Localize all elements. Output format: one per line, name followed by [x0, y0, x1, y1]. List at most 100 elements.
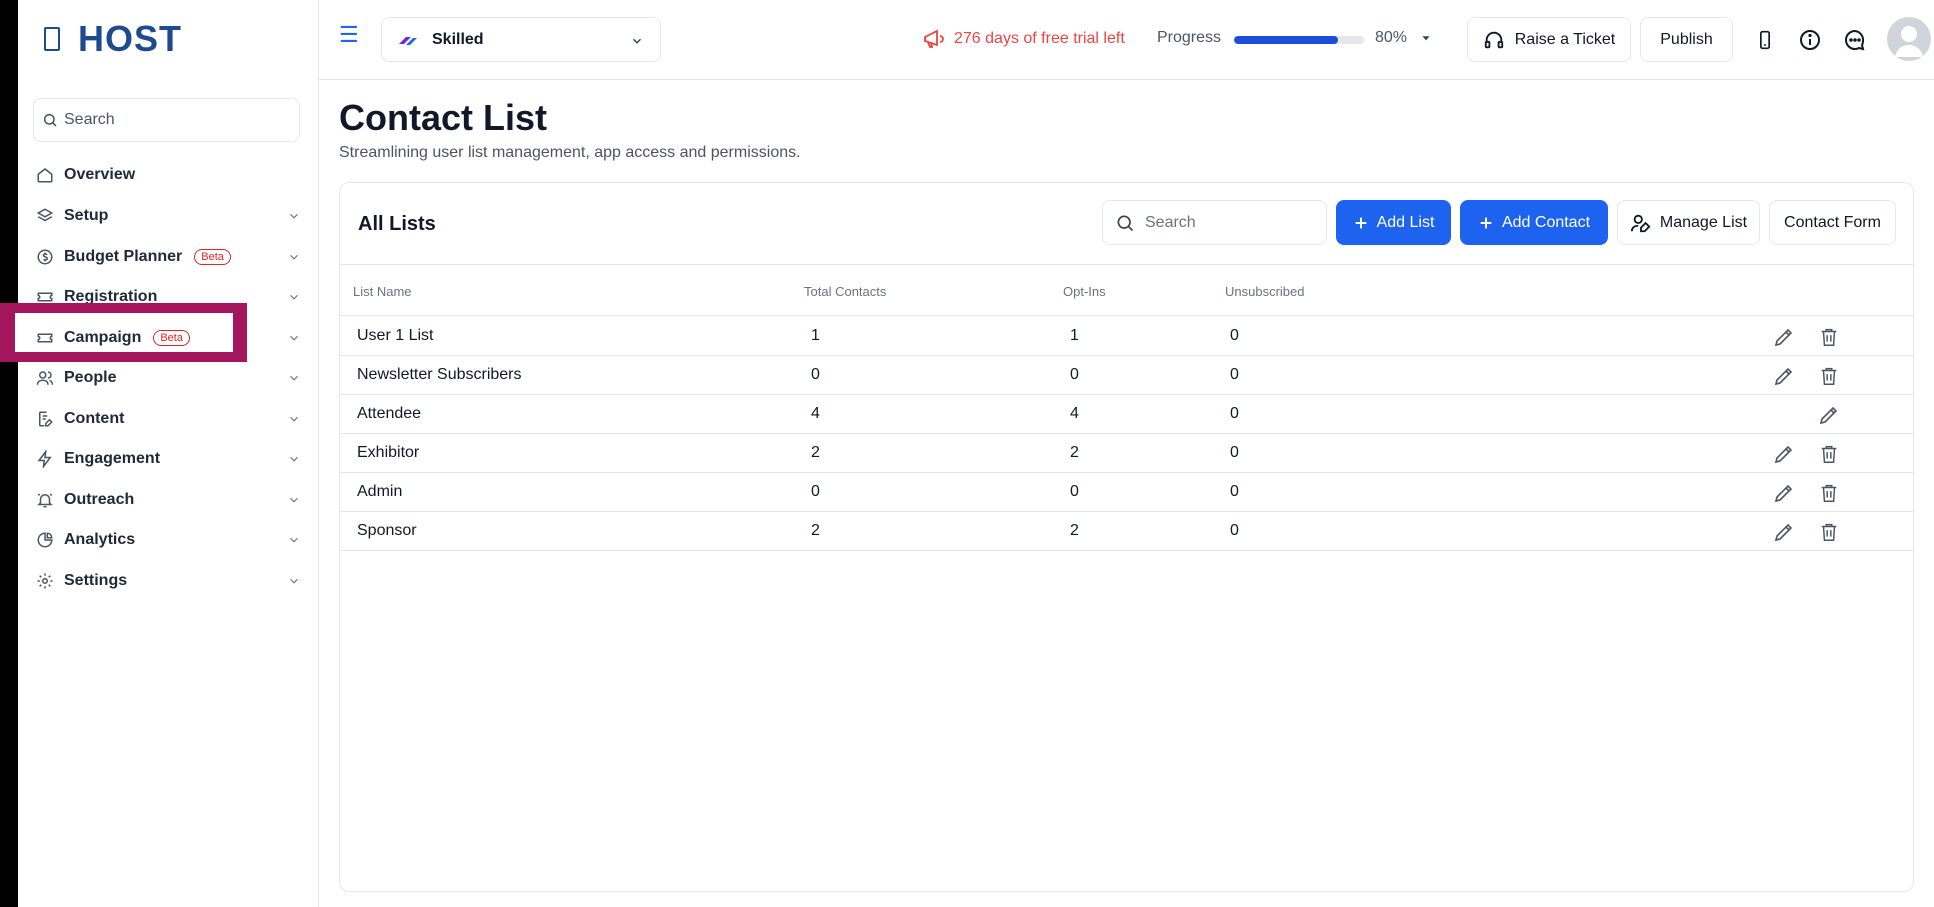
table-row[interactable]: Admin 0 0 0 [340, 473, 1913, 512]
total-contacts-cell: 4 [811, 405, 820, 422]
table-row[interactable]: Exhibitor 2 2 0 [340, 434, 1913, 473]
plus-icon [1478, 215, 1502, 231]
chevron-down-icon [287, 493, 301, 507]
chevron-down-icon [287, 371, 301, 385]
sidebar-item-engagement[interactable]: Engagement [35, 442, 311, 476]
menu-icon[interactable]: ☰ [339, 22, 359, 48]
total-contacts-cell: 0 [811, 366, 820, 383]
dollar-circle-icon [35, 247, 55, 267]
trash-icon[interactable] [1818, 364, 1840, 388]
user-avatar[interactable] [1887, 17, 1931, 61]
opt-ins-cell: 2 [1070, 444, 1079, 461]
edit-icon[interactable] [1772, 520, 1796, 544]
table-row[interactable]: Attendee 4 4 0 [340, 395, 1913, 434]
total-contacts-cell: 2 [811, 444, 820, 461]
chevron-down-icon [287, 412, 301, 426]
trash-icon[interactable] [1818, 520, 1840, 544]
column-header: Unsubscribed [1225, 284, 1305, 299]
add-contact-button[interactable]: Add Contact [1460, 200, 1608, 245]
trash-icon[interactable] [1818, 481, 1840, 505]
chevron-down-icon [287, 331, 301, 345]
logo-mark-icon [44, 27, 60, 51]
table-row[interactable]: User 1 List 1 1 0 [340, 317, 1913, 356]
sidebar-search-input[interactable] [64, 111, 284, 129]
info-icon[interactable] [1798, 28, 1822, 52]
sidebar-item-budget-planner[interactable]: Budget Planner Beta [35, 240, 311, 274]
pie-chart-icon [35, 530, 55, 550]
card-title: All Lists [358, 213, 436, 235]
opt-ins-cell: 0 [1070, 483, 1079, 500]
manage-list-label: Manage List [1659, 213, 1748, 231]
main-content: Contact List Streamlining user list mana… [319, 81, 1934, 907]
trash-icon[interactable] [1818, 325, 1840, 349]
sidebar-item-people[interactable]: People [35, 361, 311, 395]
brand-logo[interactable]: HOST [44, 18, 182, 60]
sidebar-item-label: People [64, 369, 117, 386]
column-header: Opt-Ins [1063, 284, 1106, 299]
table-header: List Name Total Contacts Opt-Ins Unsubsc… [340, 264, 1913, 316]
edit-icon[interactable] [1772, 364, 1796, 388]
unsubscribed-cell: 0 [1230, 327, 1239, 344]
unsubscribed-cell: 0 [1230, 405, 1239, 422]
search-icon [42, 112, 58, 128]
add-list-label: Add List [1376, 213, 1435, 231]
all-lists-card: All Lists Add List Add Contact Manage Li… [339, 182, 1914, 892]
page-subtitle: Streamlining user list management, app a… [339, 144, 801, 161]
edit-icon[interactable] [1817, 403, 1841, 427]
table-row[interactable]: Sponsor 2 2 0 [340, 512, 1913, 551]
unsubscribed-cell: 0 [1230, 444, 1239, 461]
sidebar-item-content[interactable]: Content [35, 402, 311, 436]
caret-down-icon[interactable] [1419, 30, 1433, 46]
contact-form-label: Contact Form [1784, 213, 1881, 231]
app-window: HOST Overview Setup [0, 0, 1934, 907]
sidebar-item-analytics[interactable]: Analytics [35, 523, 311, 557]
edit-icon[interactable] [1772, 325, 1796, 349]
raise-ticket-label: Raise a Ticket [1514, 30, 1616, 48]
user-edit-icon [1630, 212, 1660, 234]
trial-text: 276 days of free trial left [954, 30, 1125, 47]
manage-list-button[interactable]: Manage List [1617, 200, 1760, 245]
total-contacts-cell: 2 [811, 522, 820, 539]
edit-icon[interactable] [1772, 481, 1796, 505]
sidebar-item-outreach[interactable]: Outreach [35, 483, 311, 517]
add-list-button[interactable]: Add List [1336, 200, 1451, 245]
trash-icon[interactable] [1818, 442, 1840, 466]
publish-button[interactable]: Publish [1640, 17, 1733, 62]
list-name-cell: User 1 List [357, 327, 434, 344]
contact-form-button[interactable]: Contact Form [1769, 200, 1896, 245]
chevron-down-icon [287, 209, 301, 223]
chevron-down-icon [287, 574, 301, 588]
opt-ins-cell: 1 [1070, 327, 1079, 344]
chevron-down-icon [287, 250, 301, 264]
raise-ticket-button[interactable]: Raise a Ticket [1467, 17, 1631, 62]
total-contacts-cell: 1 [811, 327, 820, 344]
file-edit-icon [35, 409, 55, 429]
sidebar-item-label: Settings [64, 572, 128, 589]
campaign-highlight-frame [18, 303, 247, 362]
chevron-down-icon [630, 34, 644, 48]
search-icon [1115, 213, 1135, 233]
list-search-input[interactable] [1145, 213, 1315, 232]
sidebar-item-label: Setup [64, 207, 109, 224]
progress-label: Progress [1157, 29, 1222, 46]
sidebar-item-setup[interactable]: Setup [35, 199, 311, 233]
opt-ins-cell: 0 [1070, 366, 1079, 383]
plus-icon [1353, 215, 1377, 231]
chevron-down-icon [287, 452, 301, 466]
sidebar-item-settings[interactable]: Settings [35, 564, 311, 598]
total-contacts-cell: 0 [811, 483, 820, 500]
sidebar-item-overview[interactable]: Overview [35, 158, 311, 192]
sidebar-item-label: Analytics [64, 531, 136, 548]
mobile-preview-icon[interactable] [1755, 28, 1775, 52]
list-name-cell: Newsletter Subscribers [357, 366, 522, 383]
edit-icon[interactable] [1772, 442, 1796, 466]
unsubscribed-cell: 0 [1230, 522, 1239, 539]
users-icon [35, 368, 55, 388]
chat-icon[interactable] [1843, 28, 1867, 52]
lightning-icon [35, 449, 55, 469]
sidebar-item-label: Content [64, 410, 125, 427]
sidebar-item-label: Engagement [64, 450, 161, 467]
table-row[interactable]: Newsletter Subscribers 0 0 0 [340, 356, 1913, 395]
event-selector[interactable]: Skilled [381, 17, 661, 62]
list-name-cell: Exhibitor [357, 444, 420, 461]
